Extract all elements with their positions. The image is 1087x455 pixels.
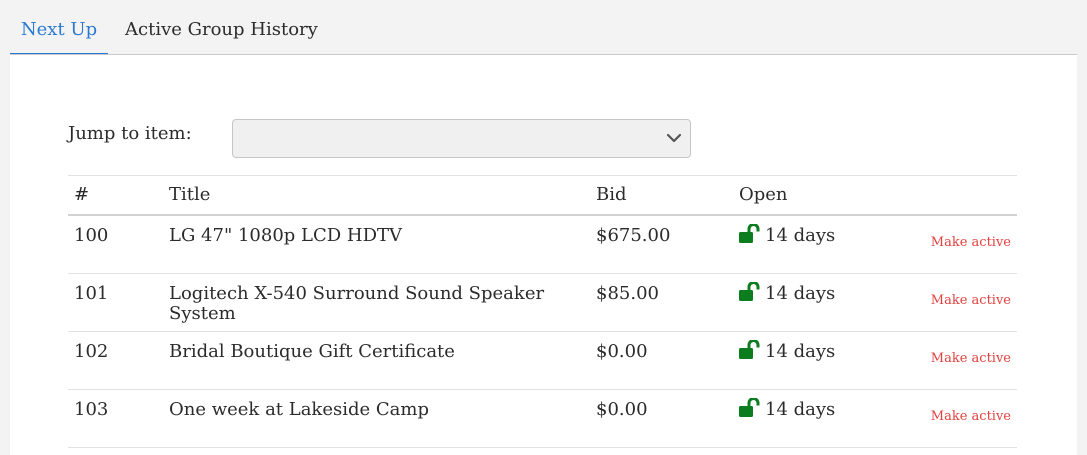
make-active-link[interactable]: Make active <box>931 409 1011 424</box>
item-bid: $85.00 <box>590 273 733 332</box>
make-active-link[interactable]: Make active <box>931 235 1011 250</box>
item-open-duration: 14 days <box>765 282 836 304</box>
chevron-down-icon <box>666 133 682 143</box>
item-action-cell: Make active <box>865 273 1017 332</box>
item-bid: $0.00 <box>590 389 733 448</box>
tab-bar: Next Up Active Group History <box>0 0 1087 55</box>
item-open: 14 days <box>733 389 865 448</box>
unlocked-padlock-icon <box>739 397 760 417</box>
tab-next-up[interactable]: Next Up <box>10 0 108 55</box>
item-open-duration: 14 days <box>765 225 836 246</box>
item-action-cell: Make active <box>865 215 1017 274</box>
unlocked-padlock-icon <box>739 224 760 243</box>
item-open: 14 days <box>733 331 865 390</box>
item-action-cell: Make active <box>865 331 1017 390</box>
item-bid: $675.00 <box>590 215 733 274</box>
unlocked-padlock-icon <box>739 339 760 359</box>
item-number: 101 <box>68 273 163 332</box>
item-open: 14 days <box>733 273 865 332</box>
header-bid: Bid <box>590 175 733 216</box>
header-number: # <box>68 175 163 216</box>
items-table: # Title Bid Open 100 LG 47" 1080p LCD HD… <box>68 175 1017 448</box>
make-active-link[interactable]: Make active <box>931 351 1011 366</box>
table-row: 102 Bridal Boutique Gift Certificate $0.… <box>68 331 1017 390</box>
item-number: 100 <box>68 215 163 274</box>
table-row: 103 One week at Lakeside Camp $0.00 14 d… <box>68 389 1017 448</box>
item-open: 14 days <box>733 215 865 274</box>
unlocked-padlock-icon <box>739 281 760 301</box>
item-number: 103 <box>68 389 163 448</box>
item-title: Bridal Boutique Gift Certificate <box>163 331 590 390</box>
item-title: One week at Lakeside Camp <box>163 389 590 448</box>
item-open-duration: 14 days <box>765 340 836 362</box>
header-action <box>865 175 1017 216</box>
next-up-panel: Jump to item: # Title Bid Open 100 LG 47… <box>10 55 1077 455</box>
jump-to-item-label: Jump to item: <box>68 123 192 144</box>
table-row: 101 Logitech X-540 Surround Sound Speake… <box>68 273 1017 332</box>
item-bid: $0.00 <box>590 331 733 390</box>
item-open-duration: 14 days <box>765 398 836 420</box>
table-row: 100 LG 47" 1080p LCD HDTV $675.00 14 day… <box>68 215 1017 274</box>
make-active-link[interactable]: Make active <box>931 293 1011 308</box>
jump-to-item-select[interactable] <box>232 119 691 158</box>
header-title: Title <box>163 175 590 216</box>
tab-active-group-history[interactable]: Active Group History <box>125 0 318 54</box>
item-title: LG 47" 1080p LCD HDTV <box>163 215 590 274</box>
item-action-cell: Make active <box>865 389 1017 448</box>
header-open: Open <box>733 175 865 216</box>
table-header-row: # Title Bid Open <box>68 175 1017 216</box>
item-number: 102 <box>68 331 163 390</box>
item-title: Logitech X-540 Surround Sound Speaker Sy… <box>163 273 590 332</box>
